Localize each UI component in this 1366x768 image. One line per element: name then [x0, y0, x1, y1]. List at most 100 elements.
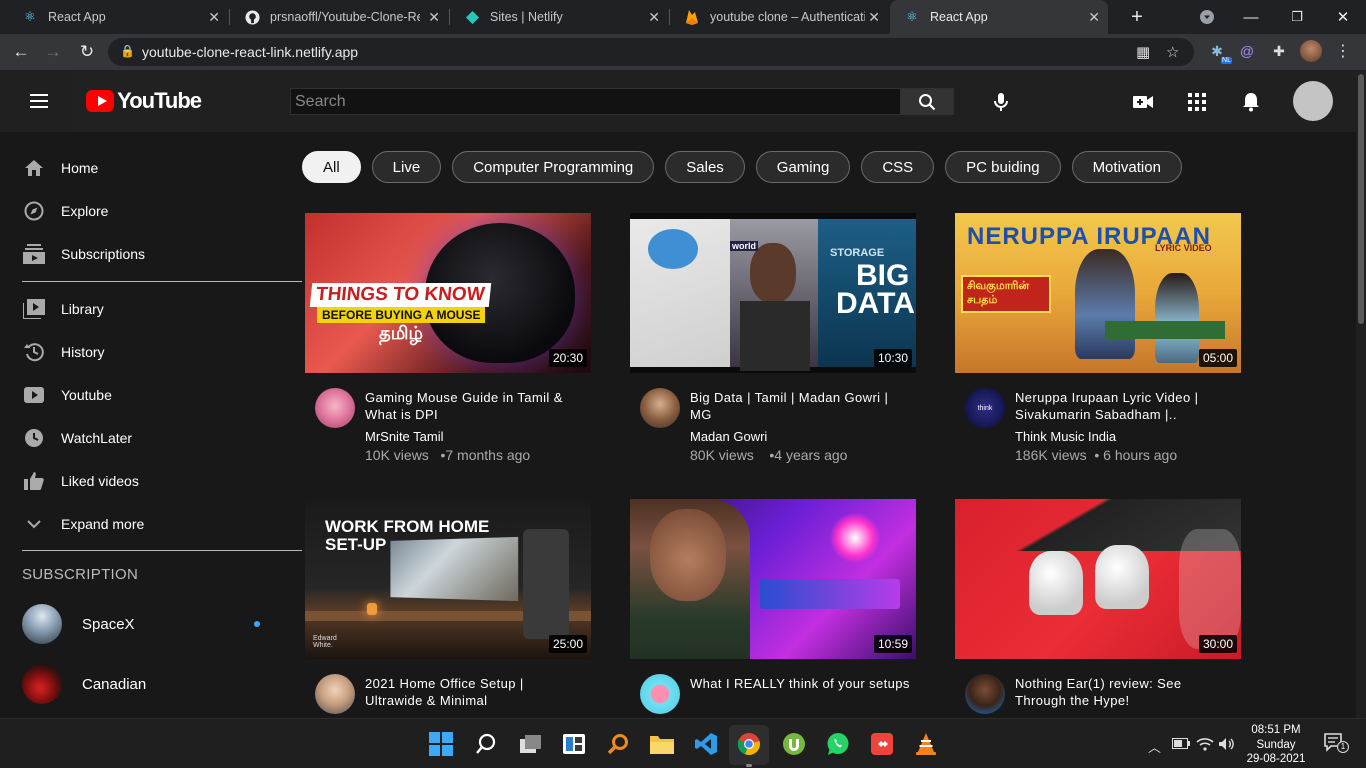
browser-tab[interactable]: prsnaoffl/Youtube-Clone-Rea ✕ [230, 0, 448, 34]
utorrent-icon[interactable] [780, 730, 808, 758]
browser-tab[interactable]: ⚛ React App ✕ [8, 0, 228, 34]
search-icon[interactable] [472, 730, 500, 758]
sidebar-item-library[interactable]: Library [0, 287, 302, 330]
video-card[interactable]: 30:00 Nothing Ear(1) review: See Through… [955, 499, 1241, 714]
video-thumbnail[interactable]: THINGS TO KNOW BEFORE BUYING A MOUSE தமி… [305, 213, 591, 373]
video-thumbnail[interactable]: 30:00 [955, 499, 1241, 659]
youtube-logo[interactable]: YouTube [71, 70, 202, 132]
start-windows-icon[interactable] [427, 730, 455, 758]
close-window-button[interactable]: ✕ [1320, 0, 1366, 34]
channel-avatar[interactable] [315, 388, 355, 428]
sidebar-item-history[interactable]: History [0, 330, 302, 373]
restore-button[interactable]: ❐ [1274, 0, 1320, 34]
chip-computer-programming[interactable]: Computer Programming [452, 151, 655, 183]
reload-button[interactable]: ↻ [74, 39, 100, 65]
sidebar-item-home[interactable]: Home [0, 146, 302, 189]
close-tab-icon[interactable]: ✕ [428, 9, 440, 26]
video-title[interactable]: 2021 Home Office Setup | Ultrawide & Min… [365, 675, 585, 709]
channel-avatar[interactable] [965, 674, 1005, 714]
show-hidden-icons-chevron-icon[interactable]: ︿ [1148, 737, 1161, 756]
channel-name[interactable]: MrSnite Tamil [365, 429, 444, 444]
search-input[interactable] [290, 88, 901, 115]
battery-icon[interactable] [1172, 737, 1190, 752]
chip-pc-building[interactable]: PC buiding [945, 151, 1061, 183]
apps-grid-icon[interactable] [1186, 91, 1208, 113]
sidebar-item-subscriptions[interactable]: Subscriptions [0, 232, 302, 275]
video-thumbnail[interactable]: WORK FROM HOME SET-UP Edward White. 25:0… [305, 499, 591, 659]
video-title[interactable]: Nothing Ear(1) review: See Through the H… [1015, 675, 1235, 709]
taskbar-clock[interactable]: 08:51 PM Sunday 29-08-2021 [1236, 723, 1316, 767]
scrollbar-thumb[interactable] [1358, 74, 1364, 324]
task-view-icon[interactable] [516, 730, 544, 758]
sidebar-item-expand-more[interactable]: Expand more [0, 502, 302, 545]
chip-live[interactable]: Live [371, 151, 442, 183]
sidebar-item-explore[interactable]: Explore [0, 189, 302, 232]
video-title[interactable]: Big Data | Tamil | Madan Gowri | MG [690, 389, 910, 423]
sidebar-item-youtube[interactable]: Youtube [0, 373, 302, 416]
video-title[interactable]: Gaming Mouse Guide in Tamil & What is DP… [365, 389, 585, 423]
vlc-icon[interactable] [912, 730, 940, 758]
mastodon-icon[interactable]: @ [1236, 40, 1258, 62]
back-button[interactable]: ← [8, 39, 34, 65]
puzzle-extensions-icon[interactable]: ✚ [1268, 40, 1290, 62]
channel-avatar[interactable] [640, 388, 680, 428]
video-title[interactable]: Neruppa Irupaan Lyric Video | Sivakumari… [1015, 389, 1235, 423]
profile-avatar-icon[interactable] [1300, 40, 1322, 62]
bookmark-star-icon[interactable]: ☆ [1166, 43, 1179, 61]
channel-avatar[interactable]: think [965, 388, 1005, 428]
volume-icon[interactable] [1218, 737, 1236, 754]
vscode-icon[interactable] [692, 730, 720, 758]
channel-avatar[interactable] [315, 674, 355, 714]
extension-icon[interactable]: ✱ NL [1206, 40, 1232, 64]
channel-avatar[interactable] [640, 674, 680, 714]
chip-css[interactable]: CSS [861, 151, 935, 183]
video-card[interactable]: world STORAGE BIG DATA 10:30 Big Data | … [630, 213, 916, 463]
search-everything-icon[interactable] [604, 730, 632, 758]
close-tab-icon[interactable]: ✕ [1088, 9, 1100, 26]
notification-bell-icon[interactable] [1240, 91, 1262, 113]
close-tab-icon[interactable]: ✕ [208, 9, 220, 26]
browser-menu-icon[interactable]: ⋮ [1332, 40, 1354, 62]
video-thumbnail[interactable]: world STORAGE BIG DATA 10:30 [630, 213, 916, 373]
video-card[interactable]: 10:59 What I REALLY think of your setups [630, 499, 916, 714]
sidebar-item-liked-videos[interactable]: Liked videos [0, 459, 302, 502]
browser-tab-active[interactable]: ⚛ React App ✕ [890, 0, 1108, 34]
sidebar-item-watch-later[interactable]: WatchLater [0, 416, 302, 459]
browser-tab[interactable]: youtube clone – Authenticati ✕ [670, 0, 888, 34]
microphone-icon[interactable] [990, 91, 1012, 113]
subscription-item-canadian[interactable]: Canadian [22, 664, 282, 704]
video-card[interactable]: NERUPPA IRUPAAN LYRIC VIDEO சிவகுமாரின் … [955, 213, 1241, 463]
wifi-icon[interactable] [1196, 737, 1214, 754]
hamburger-menu-icon[interactable] [30, 94, 48, 108]
anydesk-icon[interactable] [868, 730, 896, 758]
address-bar[interactable]: 🔒 youtube-clone-react-link.netlify.app ▦… [108, 38, 1194, 66]
subscription-item-spacex[interactable]: SpaceX [22, 604, 282, 644]
page-scrollbar[interactable] [1356, 70, 1366, 718]
notification-center-icon[interactable]: 1 [1324, 733, 1349, 756]
close-tab-icon[interactable]: ✕ [868, 9, 880, 26]
video-thumbnail[interactable]: 10:59 [630, 499, 916, 659]
minimize-button[interactable]: — [1228, 0, 1274, 34]
channel-name[interactable]: Think Music India [1015, 429, 1116, 444]
forward-button[interactable]: → [40, 39, 66, 65]
user-avatar[interactable] [1293, 81, 1333, 121]
chip-sales[interactable]: Sales [665, 151, 745, 183]
chip-motivation[interactable]: Motivation [1071, 151, 1182, 183]
chip-gaming[interactable]: Gaming [755, 151, 851, 183]
close-tab-icon[interactable]: ✕ [648, 9, 660, 26]
qr-code-icon[interactable]: ▦ [1136, 43, 1150, 61]
video-title[interactable]: What I REALLY think of your setups [690, 675, 910, 692]
chrome-icon[interactable] [735, 730, 763, 758]
file-explorer-icon[interactable] [648, 730, 676, 758]
whatsapp-icon[interactable] [824, 730, 852, 758]
tab-search-button[interactable] [1184, 0, 1230, 34]
channel-name[interactable]: Madan Gowri [690, 429, 767, 444]
video-card[interactable]: WORK FROM HOME SET-UP Edward White. 25:0… [305, 499, 591, 714]
video-card[interactable]: THINGS TO KNOW BEFORE BUYING A MOUSE தமி… [305, 213, 591, 463]
new-tab-button[interactable]: + [1114, 0, 1160, 34]
widgets-icon[interactable] [560, 730, 588, 758]
chip-all[interactable]: All [302, 151, 361, 183]
create-video-icon[interactable] [1132, 91, 1154, 113]
video-thumbnail[interactable]: NERUPPA IRUPAAN LYRIC VIDEO சிவகுமாரின் … [955, 213, 1241, 373]
search-button[interactable] [900, 88, 954, 115]
